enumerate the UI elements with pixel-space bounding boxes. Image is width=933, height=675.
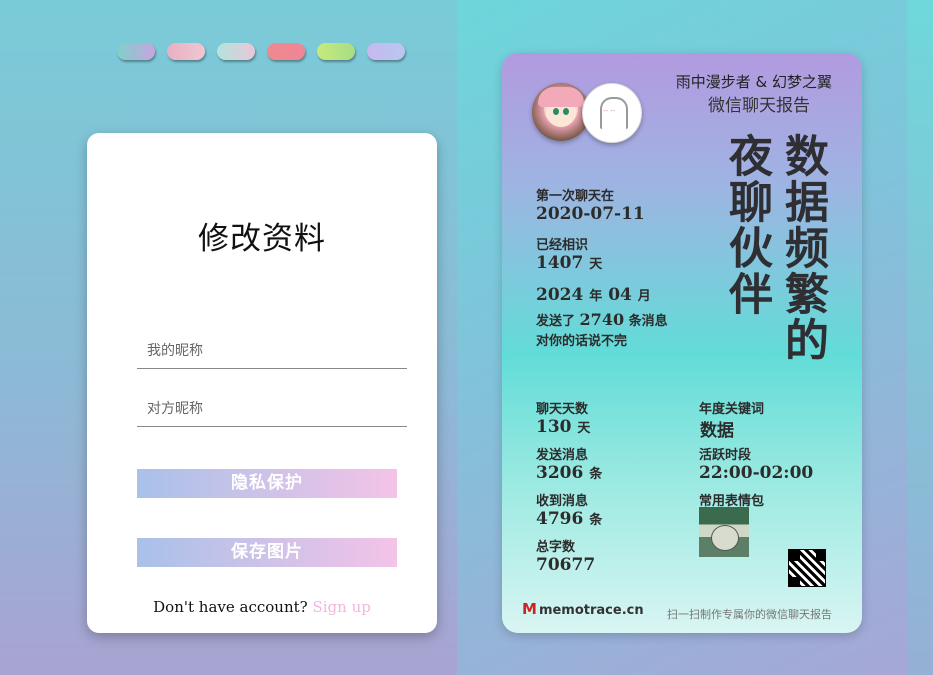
report-names: 雨中漫步者 & 幻梦之翼 xyxy=(675,73,832,91)
avatar-other xyxy=(582,83,642,143)
headline-column-2: 夜聊伙伴 xyxy=(721,133,772,317)
other-nickname-input[interactable] xyxy=(137,391,407,427)
sent-summary: 发送了 2740 条消息 xyxy=(536,310,668,329)
favorite-sticker-image xyxy=(699,507,749,557)
recv-msgs-value: 4796 条 xyxy=(536,509,602,529)
theme-pill-3[interactable] xyxy=(217,43,255,60)
sent-suffix: 条消息 xyxy=(628,314,668,329)
known-label: 已经相识 xyxy=(536,238,589,253)
theme-pill-6[interactable] xyxy=(367,43,405,60)
logo-text: memotrace.cn xyxy=(538,603,644,618)
keyword-label: 年度关键词 xyxy=(699,402,765,417)
logo-mark: M xyxy=(522,600,537,618)
total-chars-label: 总字数 xyxy=(536,540,576,555)
known-duration: 1407 天 xyxy=(536,253,602,273)
month-unit: 月 xyxy=(637,289,651,304)
first-chat-label: 第一次聊天在 xyxy=(536,189,615,204)
avatar-hair xyxy=(538,87,584,107)
report-month: 04 xyxy=(608,285,632,305)
sent-msgs-value: 3206 条 xyxy=(536,463,602,483)
form-title: 修改资料 xyxy=(198,221,326,257)
signup-line: Don't have account? Sign up xyxy=(87,598,437,616)
first-chat-date: 2020-07-11 xyxy=(536,204,645,224)
active-period: 22:00-02:00 xyxy=(699,463,814,483)
keyword-value: 数据 xyxy=(700,421,734,441)
account-prompt: Don't have account? xyxy=(153,598,308,616)
sent-msgs-label: 发送消息 xyxy=(536,448,589,463)
my-nickname-input[interactable] xyxy=(137,333,407,369)
report-year: 2024 xyxy=(536,285,584,305)
recv-msgs: 4796 xyxy=(536,509,584,529)
endless-text: 对你的话说不完 xyxy=(536,334,628,349)
sent-count: 2740 xyxy=(579,310,625,329)
privacy-button[interactable]: 隐私保护 xyxy=(137,469,397,498)
signup-link[interactable]: Sign up xyxy=(312,598,370,616)
recv-msgs-unit: 条 xyxy=(589,513,603,528)
chat-report-card: 雨中漫步者 & 幻梦之翼 微信聊天报告 数据频繁的 夜聊伙伴 第一次聊天在 20… xyxy=(502,53,862,633)
recv-msgs-label: 收到消息 xyxy=(536,494,589,509)
sent-msgs-unit: 条 xyxy=(589,467,603,482)
chat-days-value: 130 天 xyxy=(536,417,590,437)
avatar-eye-right xyxy=(563,108,569,115)
theme-pill-2[interactable] xyxy=(167,43,205,60)
save-image-button[interactable]: 保存图片 xyxy=(137,538,397,567)
theme-pill-1[interactable] xyxy=(117,43,155,60)
known-unit: 天 xyxy=(589,257,603,272)
edit-profile-card: 修改资料 隐私保护 保存图片 Don't have account? Sign … xyxy=(87,133,437,633)
memotrace-logo: Mmemotrace.cn xyxy=(522,600,644,618)
qr-code-icon xyxy=(788,549,826,587)
chat-days-label: 聊天天数 xyxy=(536,402,589,417)
chat-days: 130 xyxy=(536,417,572,437)
avatar-eye-left xyxy=(553,108,559,115)
total-chars: 70677 xyxy=(536,555,596,575)
theme-pill-4[interactable] xyxy=(267,43,305,60)
theme-pill-5[interactable] xyxy=(317,43,355,60)
chat-days-unit: 天 xyxy=(577,421,591,436)
active-label: 活跃时段 xyxy=(699,448,752,463)
sent-prefix: 发送了 xyxy=(536,314,576,329)
sent-msgs: 3206 xyxy=(536,463,584,483)
known-days: 1407 xyxy=(536,253,584,273)
ghost-icon xyxy=(600,97,628,129)
headline-column-1: 数据频繁的 xyxy=(777,133,828,363)
footer-note: 扫一扫制作专属你的微信聊天报告 xyxy=(667,608,832,621)
year-month: 2024 年 04 月 xyxy=(536,285,651,305)
year-unit: 年 xyxy=(589,289,603,304)
report-title: 微信聊天报告 xyxy=(708,96,810,116)
